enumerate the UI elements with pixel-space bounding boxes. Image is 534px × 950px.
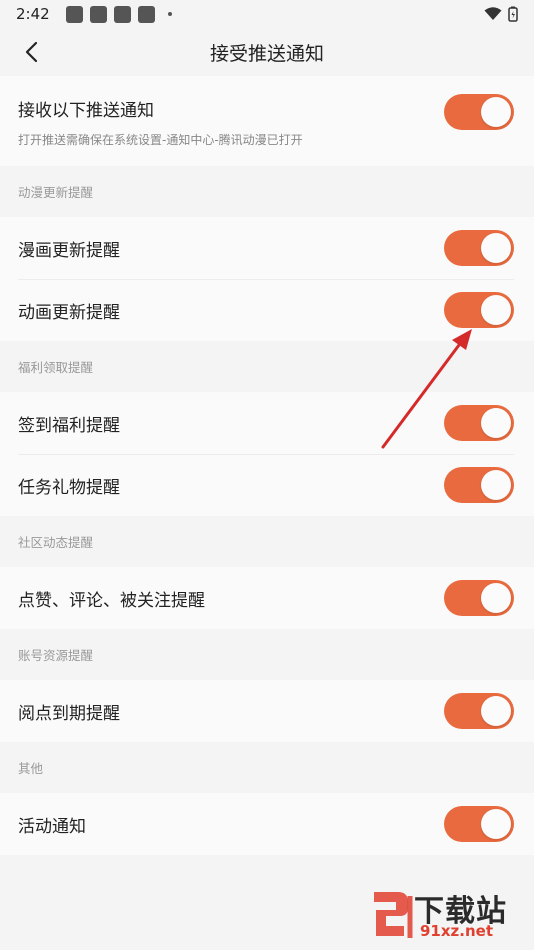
- like-comment-follow-toggle[interactable]: [444, 580, 514, 616]
- toggle-knob: [481, 809, 511, 839]
- checkin-benefit-row: 签到福利提醒: [0, 392, 534, 454]
- watermark-url: 91xz.net: [420, 922, 494, 940]
- section-header-other: 其他: [0, 742, 534, 793]
- master-card: 接收以下推送通知 打开推送需确保在系统设置-通知中心-腾讯动漫已打开: [0, 76, 534, 166]
- task-gift-row: 任务礼物提醒: [0, 454, 534, 516]
- points-expiry-label: 阅点到期提醒: [18, 703, 120, 724]
- toggle-knob: [481, 696, 511, 726]
- section-card-community: 点赞、评论、被关注提醒: [0, 567, 534, 629]
- comic-update-label: 漫画更新提醒: [18, 240, 120, 261]
- wifi-icon: [484, 7, 502, 20]
- like-comment-follow-label: 点赞、评论、被关注提醒: [18, 590, 205, 611]
- master-push-toggle[interactable]: [444, 94, 514, 130]
- section-header-anime-updates: 动漫更新提醒: [0, 166, 534, 217]
- activity-notice-label: 活动通知: [18, 816, 86, 837]
- page-title: 接受推送通知: [209, 42, 324, 65]
- checkin-benefit-label: 签到福利提醒: [18, 415, 120, 436]
- toggle-knob: [481, 295, 511, 325]
- section-card-anime-updates: 漫画更新提醒 动画更新提醒: [0, 217, 534, 341]
- toggle-knob: [481, 583, 511, 613]
- master-push-hint: 打开推送需确保在系统设置-通知中心-腾讯动漫已打开: [18, 133, 303, 147]
- animation-update-label: 动画更新提醒: [18, 302, 120, 323]
- comic-update-toggle[interactable]: [444, 230, 514, 266]
- section-header-benefits: 福利领取提醒: [0, 341, 534, 392]
- notification-icon: [65, 5, 83, 23]
- toggle-knob: [481, 97, 511, 127]
- notification-icon: [89, 5, 107, 23]
- section-card-account: 阅点到期提醒: [0, 680, 534, 742]
- section-card-other: 活动通知: [0, 793, 534, 855]
- toggle-knob: [481, 233, 511, 263]
- master-push-row: 接收以下推送通知 打开推送需确保在系统设置-通知中心-腾讯动漫已打开: [0, 76, 534, 166]
- notification-icon: [113, 5, 131, 23]
- notification-icon: [137, 5, 155, 23]
- task-gift-toggle[interactable]: [444, 467, 514, 503]
- section-header-account: 账号资源提醒: [0, 629, 534, 680]
- toggle-knob: [481, 470, 511, 500]
- battery-icon: [508, 6, 518, 22]
- section-header-community: 社区动态提醒: [0, 516, 534, 567]
- status-time: 2:42: [16, 5, 50, 23]
- animation-update-row: 动画更新提醒: [0, 279, 534, 341]
- section-card-benefits: 签到福利提醒 任务礼物提醒: [0, 392, 534, 516]
- nav-bar: 接受推送通知: [0, 28, 534, 76]
- points-expiry-toggle[interactable]: [444, 693, 514, 729]
- master-push-label: 接收以下推送通知: [18, 101, 154, 121]
- watermark-logo-icon: [374, 892, 413, 938]
- comic-update-row: 漫画更新提醒: [0, 217, 534, 279]
- like-comment-follow-row: 点赞、评论、被关注提醒: [0, 567, 534, 629]
- toggle-knob: [481, 408, 511, 438]
- activity-notice-toggle[interactable]: [444, 806, 514, 842]
- back-button[interactable]: [18, 38, 46, 66]
- activity-notice-row: 活动通知: [0, 793, 534, 855]
- watermark: 下载站 91xz.net: [368, 882, 528, 946]
- back-arrow-icon: [25, 41, 38, 63]
- animation-update-toggle[interactable]: [444, 292, 514, 328]
- checkin-benefit-toggle[interactable]: [444, 405, 514, 441]
- more-notifications-icon: [167, 12, 172, 16]
- points-expiry-row: 阅点到期提醒: [0, 680, 534, 742]
- status-bar: 2:42: [0, 0, 534, 28]
- task-gift-label: 任务礼物提醒: [18, 477, 120, 498]
